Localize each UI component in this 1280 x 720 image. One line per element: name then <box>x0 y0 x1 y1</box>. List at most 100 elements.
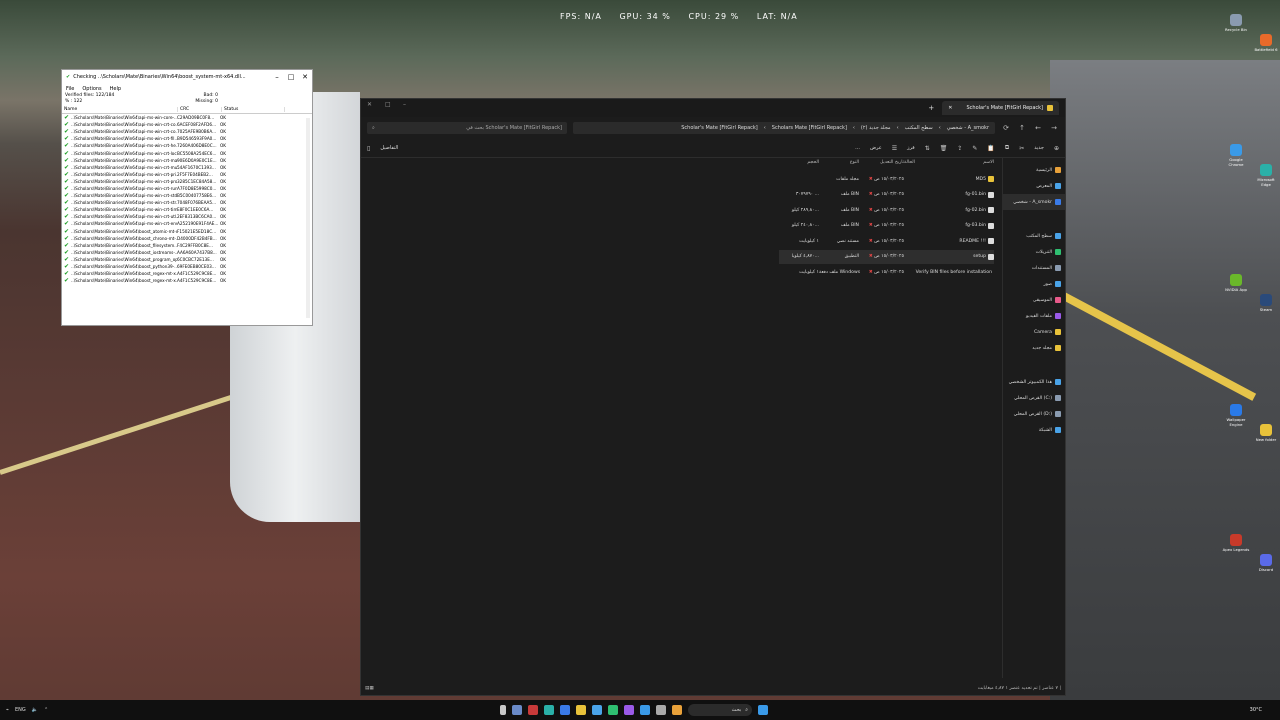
sidebar-item[interactable]: الشبكة <box>1003 422 1065 438</box>
sidebar-item[interactable]: المستندات <box>1003 260 1065 276</box>
app-icon[interactable] <box>500 705 506 715</box>
rename-icon[interactable]: ✎ <box>972 145 977 152</box>
table-row[interactable]: ✔ ..\Scholars\Mate\Binaries\Win64\api-ms-… <box>62 164 312 171</box>
desktop-shortcut[interactable]: Recycle Bin <box>1222 14 1250 32</box>
scrollbar[interactable] <box>306 118 310 318</box>
copy-icon[interactable]: ⧉ <box>1005 144 1009 152</box>
app-icon[interactable] <box>560 705 570 715</box>
table-row[interactable]: ✔ ..\Scholars\Mate\Binaries\Win64\api-ms-… <box>62 178 312 185</box>
sidebar-item[interactable]: القرص المحلي (C:) <box>1003 390 1065 406</box>
app-icon[interactable] <box>672 705 682 715</box>
search-input[interactable]: ⌕ بحث في Scholar's Mate [FitGirl Repack] <box>367 122 567 134</box>
sidebar-item[interactable]: هذا الكمبيوتر الشخصي <box>1003 374 1065 390</box>
app-icon[interactable] <box>528 705 538 715</box>
table-row[interactable]: ✔ ..\Scholars\Mate\Binaries\Win64\api-ms-… <box>62 157 312 164</box>
desktop-shortcut[interactable]: Steam <box>1252 294 1280 312</box>
close-icon[interactable]: ✕ <box>367 101 372 108</box>
breadcrumb[interactable]: Scholar's Mate [FitGirl Repack] ‹ Scholar… <box>573 122 995 134</box>
breadcrumb-item[interactable]: Scholars Mate [FitGirl Repack] <box>772 125 847 131</box>
maximize-icon[interactable]: □ <box>385 101 391 108</box>
sidebar-item[interactable]: الموسيقى <box>1003 292 1065 308</box>
tab-current-folder[interactable]: ✕ Scholar's Mate [FitGirl Repack] <box>942 101 1059 115</box>
sidebar-item[interactable]: ملفات الفيديو <box>1003 308 1065 324</box>
table-row[interactable]: ✔ ..\Scholars\Mate\Binaries\Win64\api-ms-… <box>62 149 312 157</box>
lang-indicator[interactable]: ENG <box>15 707 26 713</box>
app-icon[interactable] <box>624 705 634 715</box>
desktop-shortcut[interactable]: Apex Legends <box>1222 534 1250 552</box>
table-row[interactable]: ✔ ..\Scholars\Mate\Binaries\Win64\boost_c… <box>62 235 312 242</box>
minimize-icon[interactable]: – <box>270 73 284 81</box>
close-icon[interactable]: ✕ <box>298 73 312 81</box>
new-tab-icon[interactable]: + <box>928 104 934 112</box>
cut-icon[interactable]: ✂ <box>1019 145 1024 152</box>
taskbar-search[interactable]: بحث ⌕ <box>688 704 752 716</box>
app-icon[interactable] <box>656 705 666 715</box>
file-row[interactable]: ١ كيلوبايت مستند نصي ✖ ١٥/٠٣/٢٠٢٥ ص README … <box>779 234 994 248</box>
table-row[interactable]: ✔ ..\Scholars\Mate\Binaries\Win64\api-ms-… <box>62 199 312 206</box>
col-name[interactable]: الاسم <box>922 160 994 165</box>
share-icon[interactable]: ⇪ <box>957 145 962 152</box>
view-button[interactable]: عرض <box>870 145 882 151</box>
volume-icon[interactable]: 🔈 <box>32 707 38 713</box>
desktop-shortcut[interactable]: NVIDIA App <box>1222 274 1250 292</box>
breadcrumb-item[interactable]: Scholar's Mate [FitGirl Repack] <box>681 125 758 131</box>
desktop-shortcut[interactable]: Google Chrome <box>1222 144 1250 167</box>
table-row[interactable]: ✔ ..\Scholars\Mate\Binaries\Win64\api-ms-… <box>62 192 312 199</box>
sidebar-item[interactable]: التنزيلات <box>1003 244 1065 260</box>
table-row[interactable]: ✔ ..\Scholars\Mate\Binaries\Win64\api-ms-… <box>62 121 312 128</box>
sidebar-item[interactable]: Camera <box>1003 324 1065 340</box>
table-row[interactable]: ✔ ..\Scholars\Mate\Binaries\Win64\api-ms-… <box>62 114 312 121</box>
file-row[interactable]: ١ كيلوبايت ملف دفعة Windows ✖ ١٥/٠٣/٢٠٢٥ ص… <box>779 265 994 279</box>
menu-options[interactable]: Options <box>82 86 101 92</box>
paste-icon[interactable]: 📋 <box>987 145 994 152</box>
tab-close-icon[interactable]: ✕ <box>948 105 952 111</box>
table-row[interactable]: ✔ ..\Scholars\Mate\Binaries\Win64\api-ms-… <box>62 185 312 192</box>
sort-button[interactable]: فرز <box>907 145 915 151</box>
sidebar-item[interactable]: مجلد جديد <box>1003 340 1065 356</box>
desktop-shortcut[interactable]: Battlefield 6 <box>1252 34 1280 52</box>
table-row[interactable]: ✔ ..\Scholars\Mate\Binaries\Win64\boost_f… <box>62 242 312 249</box>
sidebar-item[interactable]: القرص المحلي (D:) <box>1003 406 1065 422</box>
clock[interactable]: 30°C <box>1250 707 1262 713</box>
chevron-up-icon[interactable]: ⌃ <box>44 707 48 713</box>
table-row[interactable]: ✔ ..\Scholars\Mate\Binaries\Win64\boost_a… <box>62 228 312 235</box>
more-button[interactable]: ... <box>855 145 860 151</box>
table-row[interactable]: ✔ ..\Scholars\Mate\Binaries\Win64\api-ms-… <box>62 171 312 178</box>
minimize-icon[interactable]: – <box>403 101 406 108</box>
sidebar-item[interactable]: سطح المكتب <box>1003 228 1065 244</box>
file-row[interactable]: مجلد ملفات ✖ ١٥/٠٣/٢٠٢٥ ص MD5 <box>779 172 994 186</box>
table-row[interactable]: ✔ ..\Scholars\Mate\Binaries\Win64\api-ms-… <box>62 213 312 220</box>
table-row[interactable]: ✔ ..\Scholars\Mate\Binaries\Win64\api-ms-… <box>62 135 312 142</box>
table-row[interactable]: ✔ ..\Scholars\Mate\Binaries\Win64\boost_r… <box>62 277 312 284</box>
app-icon[interactable] <box>640 705 650 715</box>
network-icon[interactable]: ⌁ <box>6 707 9 713</box>
file-row[interactable]: ٢٤٠,٨٠ كيلو... ملف BIN ✖ ١٥/٠٣/٢٠٢٥ ص fg-03… <box>779 219 994 233</box>
desktop-shortcut[interactable]: Wallpaper Engine <box>1222 404 1250 427</box>
details-pane-icon[interactable]: ▯ <box>367 145 370 152</box>
breadcrumb-item[interactable]: مجلد جديد (٢) <box>861 125 891 131</box>
table-row[interactable]: ✔ ..\Scholars\Mate\Binaries\Win64\boost_p… <box>62 263 312 270</box>
app-icon[interactable] <box>592 705 602 715</box>
table-row[interactable]: ✔ ..\Scholars\Mate\Binaries\Win64\api-ms-… <box>62 206 312 213</box>
forward-icon[interactable]: ← <box>1033 124 1043 132</box>
menu-file[interactable]: File <box>66 86 74 92</box>
table-row[interactable]: ✔ ..\Scholars\Mate\Binaries\Win64\boost_r… <box>62 270 312 277</box>
file-row[interactable]: ٣٠٧٩٧٩٠ ... ملف BIN ✖ ١٥/٠٣/٢٠٢٥ ص fg-01.bi… <box>779 188 994 202</box>
col-status[interactable]: الحالة <box>904 160 922 165</box>
start-icon[interactable] <box>758 705 768 715</box>
col-size[interactable]: الحجم <box>779 160 819 165</box>
up-icon[interactable]: ↑ <box>1017 124 1027 132</box>
breadcrumb-item[interactable]: سطح المكتب <box>905 125 933 131</box>
app-icon[interactable] <box>608 705 618 715</box>
table-row[interactable]: ✔ ..\Scholars\Mate\Binaries\Win64\api-ms-… <box>62 142 312 149</box>
sidebar-item[interactable]: الرئيسية <box>1003 162 1065 178</box>
breadcrumb-item[interactable]: شخصي - A_smokr <box>947 125 989 131</box>
desktop-shortcut[interactable]: Discord <box>1252 554 1280 572</box>
checksum-titlebar[interactable]: ✔ Checking ..\Scholars\Mate\Binaries\Win… <box>62 70 312 84</box>
delete-icon[interactable]: 🗑 <box>940 145 948 152</box>
col-name[interactable]: Name <box>62 107 178 112</box>
desktop-shortcut[interactable]: Microsoft Edge <box>1252 164 1280 187</box>
new-button[interactable]: جديد <box>1034 145 1044 151</box>
table-row[interactable]: ✔ ..\Scholars\Mate\Binaries\Win64\api-ms-… <box>62 128 312 135</box>
maximize-icon[interactable]: □ <box>284 73 298 81</box>
